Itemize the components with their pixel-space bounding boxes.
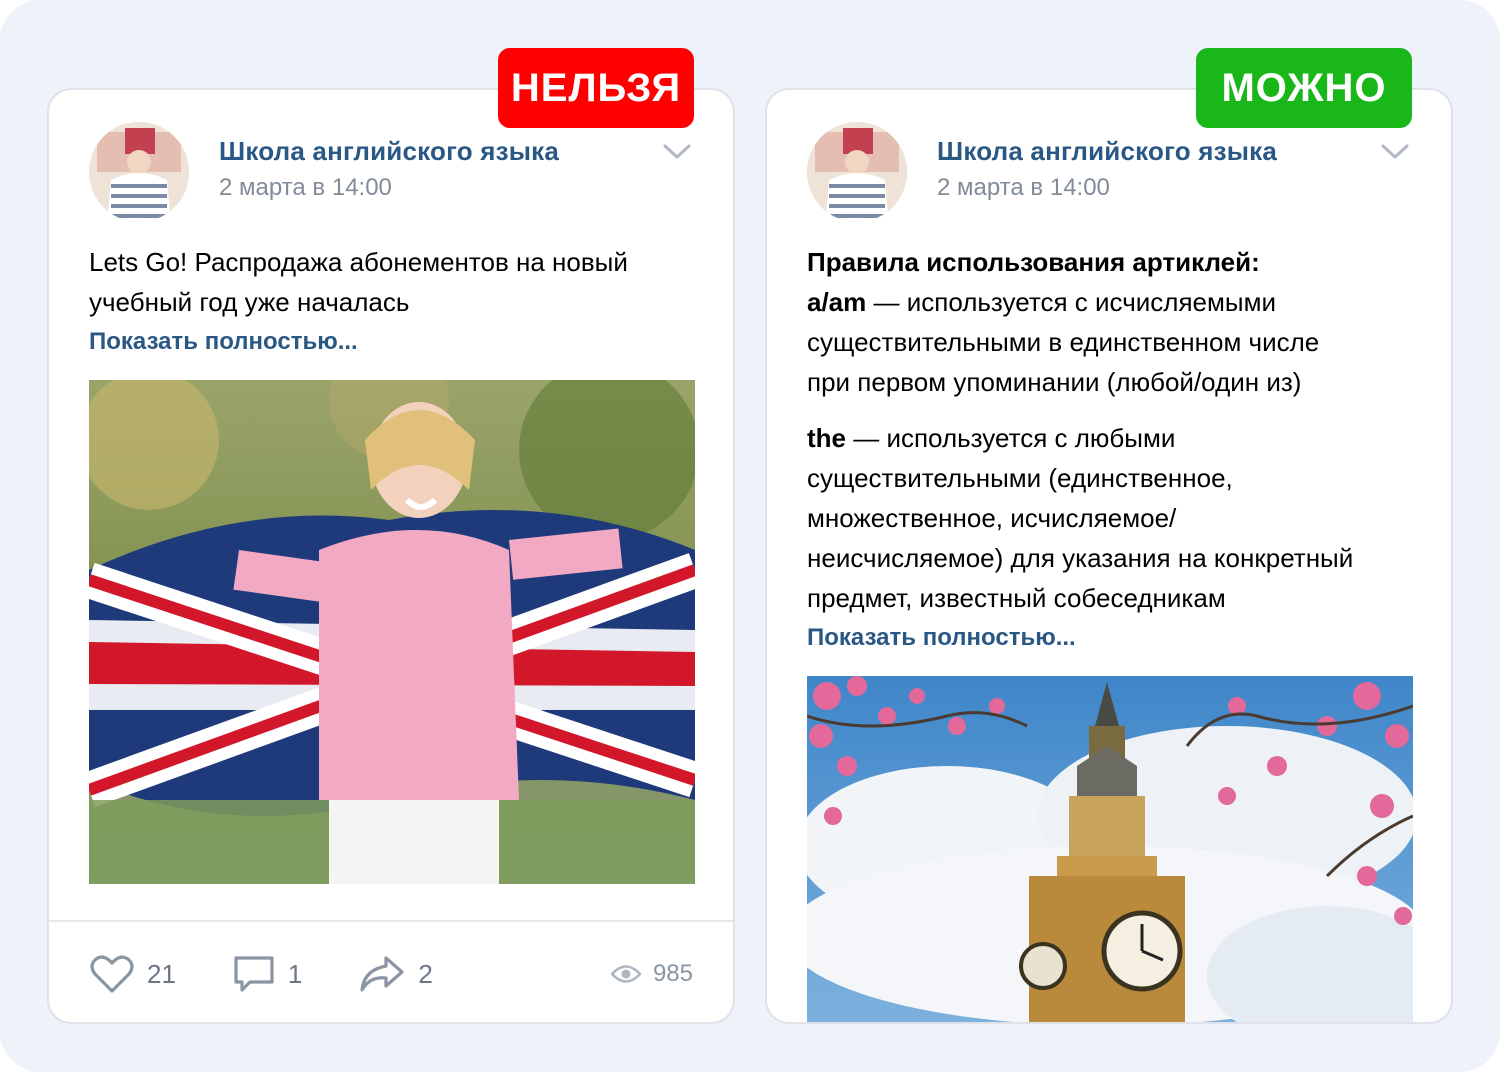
post-text: the — используется с любыми существитель… (807, 418, 1411, 618)
post-card-good: Школа английского языка 2 марта в 14:00 … (765, 88, 1453, 1024)
badge-good: МОЖНО (1196, 48, 1412, 128)
comment-count: 1 (287, 958, 303, 989)
share-icon (360, 956, 404, 992)
group-name[interactable]: Школа английского языка (937, 136, 1277, 167)
chevron-down-icon[interactable] (1381, 144, 1409, 160)
post-text-line: учебный год уже началась (89, 287, 410, 317)
share-count: 2 (418, 958, 433, 989)
rule-line: предмет, известный собеседникам (807, 583, 1226, 613)
post-heading: Правила использования артиклей: (807, 247, 1260, 277)
like-button[interactable]: 21 (89, 954, 176, 994)
comment-icon (234, 956, 274, 992)
rule-line: существительными (единственное, (807, 463, 1233, 493)
eye-icon (610, 965, 641, 983)
chevron-down-icon[interactable] (663, 144, 691, 160)
views-counter: 985 (610, 960, 693, 988)
post-text: Lets Go! Распродажа абонементов на новый… (89, 242, 693, 322)
post-text: Правила использования артиклей: a/am — и… (807, 242, 1411, 402)
show-more-link[interactable]: Показать полностью... (89, 328, 358, 356)
badge-bad: НЕЛЬЗЯ (498, 48, 694, 128)
rule-line: the — используется с любыми (807, 423, 1176, 453)
group-avatar[interactable] (89, 122, 189, 222)
rule-term: the (807, 423, 846, 453)
post-card-bad: Школа английского языка 2 марта в 14:00 … (47, 88, 735, 1024)
action-bar: 21 1 2 985 (89, 952, 693, 996)
post-text-line: Lets Go! Распродажа абонементов на новый (89, 247, 628, 277)
post-photo-girl-flag[interactable] (89, 380, 695, 884)
rule-line: a/am — используется с исчисляемыми (807, 287, 1276, 317)
post-date[interactable]: 2 марта в 14:00 (219, 174, 392, 202)
rule-line: при первом упоминании (любой/один из) (807, 367, 1302, 397)
post-photo-big-ben[interactable] (807, 676, 1413, 1022)
share-button[interactable]: 2 (358, 954, 433, 994)
group-avatar[interactable] (807, 122, 907, 222)
rule-line: неисчисляемое) для указания на конкретны… (807, 543, 1354, 573)
views-count: 985 (652, 960, 693, 987)
card-divider (49, 920, 733, 922)
rule-line: множественное, исчисляемое/ (807, 503, 1177, 533)
post-date[interactable]: 2 марта в 14:00 (937, 174, 1110, 202)
comment-button[interactable]: 1 (232, 954, 302, 994)
rule-term: a/am (807, 287, 867, 317)
show-more-link[interactable]: Показать полностью... (807, 624, 1076, 652)
group-name[interactable]: Школа английского языка (219, 136, 559, 167)
like-count: 21 (147, 958, 176, 989)
heart-icon (90, 955, 134, 993)
rule-line: существительными в единственном числе (807, 327, 1320, 357)
